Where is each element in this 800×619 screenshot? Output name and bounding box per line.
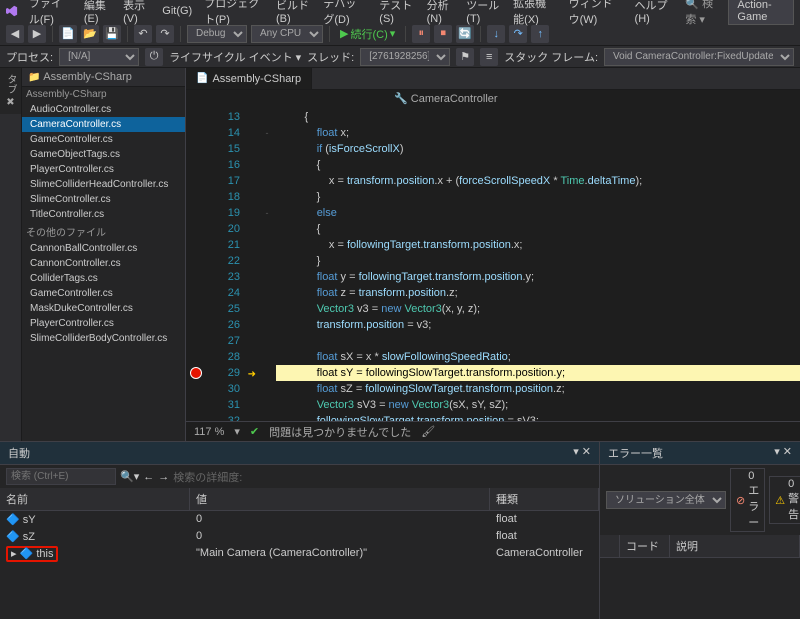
menu-git[interactable]: Git(G) — [157, 3, 197, 19]
autos-header[interactable]: 自動▾ ✕ — [0, 442, 599, 465]
editor-breadcrumb[interactable]: 🔧 CameraController — [186, 90, 800, 107]
menu-help[interactable]: ヘルプ(H) — [630, 0, 676, 27]
nav-back-icon[interactable]: ◀ — [6, 25, 24, 43]
sidebar-item[interactable]: SlimeColliderBodyController.cs — [22, 331, 185, 346]
sidebar-item[interactable]: PlayerController.cs — [22, 162, 185, 177]
threads-icon[interactable]: ≡ — [480, 48, 498, 66]
stackframe-label: スタック フレーム: — [504, 49, 598, 65]
sidebar-item[interactable]: GameObjectTags.cs — [22, 147, 185, 162]
warning-count[interactable]: 0 警告 — [769, 476, 800, 524]
open-icon[interactable]: 📂 — [81, 25, 99, 43]
tab-vert[interactable]: タブ ✖ — [0, 68, 21, 114]
flag-icon[interactable]: ⚑ — [456, 48, 474, 66]
group-assembly[interactable]: Assembly-CSharp — [22, 87, 185, 102]
menu-view[interactable]: 表示(V) — [118, 0, 155, 27]
depth-label: 検索の詳細度: — [173, 469, 242, 485]
autos-row[interactable]: 🔷 sY0float — [0, 511, 599, 528]
sidebar-item[interactable]: GameController.cs — [22, 132, 185, 147]
menu-analyze[interactable]: 分析(N) — [422, 0, 460, 27]
sidebar-item[interactable]: CameraController.cs — [22, 117, 185, 132]
pause-icon[interactable]: ⏸ — [412, 25, 430, 43]
restart-icon[interactable]: 🔄 — [456, 25, 474, 43]
save-icon[interactable]: 💾 — [103, 25, 121, 43]
autos-table-header: 名前 値 種類 — [0, 488, 599, 511]
process-label: プロセス: — [6, 49, 53, 65]
autos-search-input[interactable] — [6, 468, 116, 485]
ok-icon: ✔ — [250, 425, 259, 438]
error-count[interactable]: 0 エラー — [730, 468, 765, 532]
sidebar-header: 📁 Assembly-CSharp — [22, 68, 185, 87]
sidebar-item[interactable]: PlayerController.cs — [22, 316, 185, 331]
solution-explorer: 📁 Assembly-CSharp Assembly-CSharp AudioC… — [22, 68, 186, 441]
sidebar-item[interactable]: CannonController.cs — [22, 256, 185, 271]
errorlist-header[interactable]: エラー一覧▾ ✕ — [600, 442, 800, 465]
brush-icon[interactable]: 🖌 — [421, 425, 435, 438]
sidebar-item[interactable]: MaskDukeController.cs — [22, 301, 185, 316]
process-select[interactable]: [N/A] — [59, 48, 139, 66]
code-editor: 📄 Assembly-CSharp 🔧 CameraController 131… — [186, 68, 800, 441]
editor-tab[interactable]: 📄 Assembly-CSharp — [186, 68, 312, 89]
errorlist-table-header: コード 説明 — [600, 535, 800, 558]
menu-test[interactable]: テスト(S) — [374, 0, 419, 27]
undo-icon[interactable]: ↶ — [134, 25, 152, 43]
lifecycle-label[interactable]: ライフサイクル イベント ▾ — [169, 49, 301, 65]
zoom-level[interactable]: 117 % — [194, 426, 224, 438]
step-out-icon[interactable]: ↑ — [531, 25, 549, 43]
thread-select[interactable]: [2761928256] — [360, 48, 450, 66]
autos-row[interactable]: 🔷 sZ0float — [0, 528, 599, 545]
config-select[interactable]: Debug — [187, 25, 247, 43]
menu-edit[interactable]: 編集(E) — [79, 0, 116, 27]
error-scope-select[interactable]: ソリューション全体 — [606, 491, 726, 509]
status-text: 問題は見つかりませんでした — [269, 424, 411, 440]
menu-window[interactable]: ウィンドウ(W) — [564, 0, 628, 29]
debug-toolbar: プロセス: [N/A] ⏻ ライフサイクル イベント ▾ スレッド: [2761… — [0, 46, 800, 68]
stop-icon[interactable]: ⏹ — [434, 25, 452, 43]
sidebar-item[interactable]: CannonBallController.cs — [22, 241, 185, 256]
nav-fwd-icon[interactable]: ▶ — [28, 25, 46, 43]
error-list-panel: エラー一覧▾ ✕ ソリューション全体 0 エラー 0 警告 コード 説明 — [600, 442, 800, 619]
platform-select[interactable]: Any CPU — [251, 25, 323, 43]
new-icon[interactable]: 📄 — [59, 25, 77, 43]
autos-panel: 自動▾ ✕ 🔍▾ ←→ 検索の詳細度: 名前 値 種類 🔷 sY0float 🔷… — [0, 442, 600, 619]
sidebar-item[interactable]: TitleController.cs — [22, 207, 185, 222]
thread-label: スレッド: — [307, 49, 354, 65]
menubar: ファイル(F) 編集(E) 表示(V) Git(G) プロジェクト(P) ビルド… — [0, 0, 800, 22]
left-tab-strip: タブ ✖ — [0, 68, 22, 441]
menu-build[interactable]: ビルド(B) — [271, 0, 316, 27]
search-icon[interactable]: 🔍▾ — [120, 470, 139, 483]
sidebar-item[interactable]: ColliderTags.cs — [22, 271, 185, 286]
search-label[interactable]: 🔍 検索 ▾ — [685, 0, 720, 27]
sidebar-item[interactable]: SlimeController.cs — [22, 192, 185, 207]
vs-logo-icon — [6, 3, 18, 19]
project-box[interactable]: Action-Game — [728, 0, 794, 25]
sidebar-item[interactable]: SlimeColliderHeadController.cs — [22, 177, 185, 192]
step-into-icon[interactable]: ↓ — [487, 25, 505, 43]
autos-row[interactable]: ▸ 🔷 this"Main Camera (CameraController)"… — [0, 545, 599, 562]
sidebar-item[interactable]: AudioController.cs — [22, 102, 185, 117]
menu-tools[interactable]: ツール(T) — [461, 0, 506, 27]
sidebar-item[interactable]: GameController.cs — [22, 286, 185, 301]
continue-button[interactable]: ▶ 続行(C) ▾ — [336, 26, 399, 42]
code-area[interactable]: 1314151617181920212223242526272829➜30313… — [186, 107, 800, 421]
redo-icon[interactable]: ↷ — [156, 25, 174, 43]
editor-statusbar: 117 % ▾ ✔ 問題は見つかりませんでした 🖌 — [186, 421, 800, 441]
stackframe-select[interactable]: Void CameraController:FixedUpdate ()+0xI… — [604, 48, 794, 66]
group-other[interactable]: その他のファイル — [22, 222, 185, 241]
lifecycle-icon[interactable]: ⏻ — [145, 48, 163, 66]
step-over-icon[interactable]: ↷ — [509, 25, 527, 43]
